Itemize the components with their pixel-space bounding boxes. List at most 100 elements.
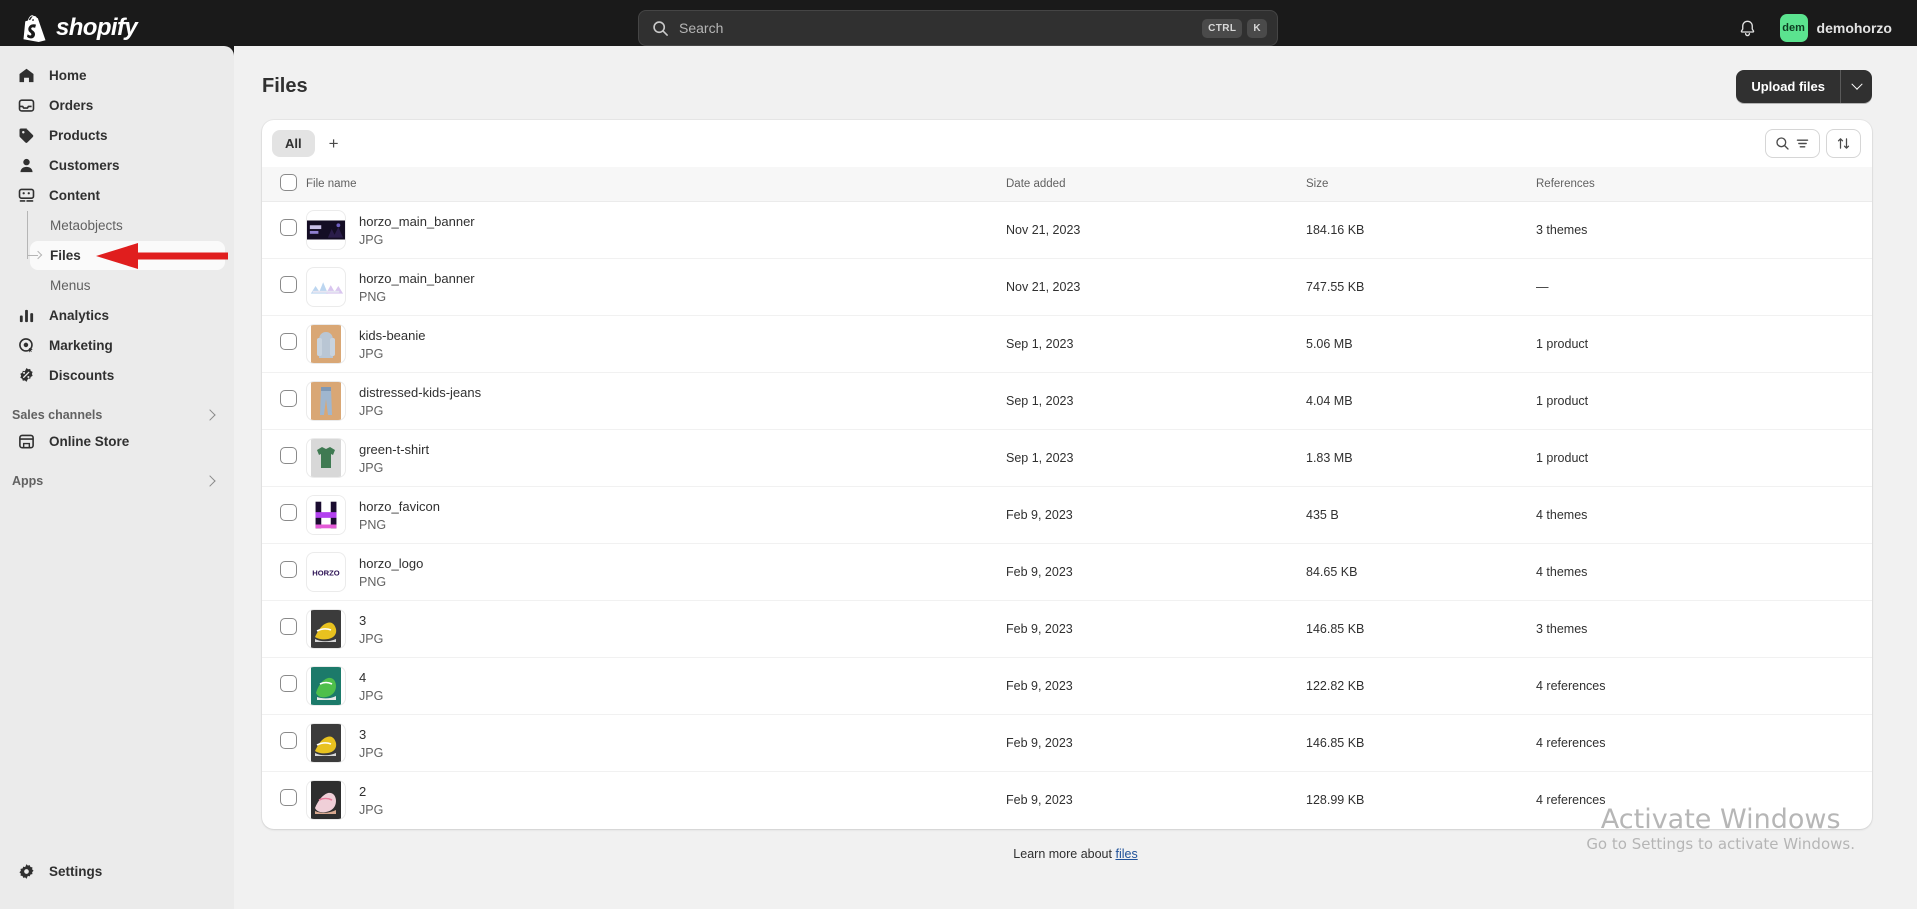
select-all-checkbox[interactable]: [280, 174, 297, 191]
sidebar-item-orders[interactable]: Orders: [9, 91, 225, 120]
file-name-cell[interactable]: 3JPG: [306, 715, 1006, 772]
sidebar-item-files[interactable]: Files: [30, 241, 225, 270]
file-thumbnail: [306, 780, 346, 820]
sidebar-section-sales-channels[interactable]: Sales channels: [12, 404, 222, 426]
sidebar-item-metaobjects[interactable]: Metaobjects: [30, 211, 225, 240]
sidebar-item-customers[interactable]: Customers: [9, 151, 225, 180]
file-thumbnail: [306, 609, 346, 649]
file-name-cell[interactable]: 4JPG: [306, 658, 1006, 715]
file-name-cell[interactable]: kids-beanieJPG: [306, 316, 1006, 373]
shopify-logo[interactable]: shopify: [22, 14, 137, 42]
tab-all[interactable]: All: [272, 130, 315, 157]
table-row[interactable]: HORZOhorzo_logoPNGFeb 9, 202384.65 KB4 t…: [262, 544, 1872, 601]
files-help-link[interactable]: files: [1115, 847, 1137, 861]
bar-chart-icon: [17, 306, 36, 325]
table-row[interactable]: horzo_main_bannerPNGNov 21, 2023747.55 K…: [262, 259, 1872, 316]
upload-files-button[interactable]: Upload files: [1736, 70, 1841, 103]
nav-spacer-2: [0, 457, 234, 470]
upload-files-dropdown-button[interactable]: [1841, 70, 1872, 103]
row-checkbox[interactable]: [280, 333, 297, 350]
content-subnav: Metaobjects Files Menus: [0, 211, 234, 300]
global-search-bar[interactable]: CTRL K: [638, 10, 1278, 46]
file-name-cell[interactable]: distressed-kids-jeansJPG: [306, 373, 1006, 430]
row-checkbox[interactable]: [280, 447, 297, 464]
table-row[interactable]: 3JPGFeb 9, 2023146.85 KB4 references: [262, 715, 1872, 772]
file-type: JPG: [359, 347, 426, 361]
size-cell: 1.83 MB: [1306, 430, 1536, 487]
row-select-cell: [262, 601, 306, 658]
table-row[interactable]: 3JPGFeb 9, 2023146.85 KB3 themes: [262, 601, 1872, 658]
sidebar-item-marketing[interactable]: Marketing: [9, 331, 225, 360]
size-cell: 435 B: [1306, 487, 1536, 544]
sidebar-item-analytics[interactable]: Analytics: [9, 301, 225, 330]
header-date-added[interactable]: Date added: [1006, 167, 1306, 202]
row-select-cell: [262, 202, 306, 259]
user-menu[interactable]: dem demohorzo: [1775, 9, 1903, 47]
table-row[interactable]: 2JPGFeb 9, 2023128.99 KB4 references: [262, 772, 1872, 829]
sidebar-item-menus[interactable]: Menus: [30, 271, 225, 300]
date-added-cell: Sep 1, 2023: [1006, 316, 1306, 373]
sidebar-item-content[interactable]: Content: [9, 181, 225, 210]
orders-icon: [17, 96, 36, 115]
header-references[interactable]: References: [1536, 167, 1872, 202]
file-type: JPG: [359, 803, 383, 817]
file-thumbnail: [306, 666, 346, 706]
row-checkbox[interactable]: [280, 675, 297, 692]
sidebar-section-apps[interactable]: Apps: [12, 470, 222, 492]
row-checkbox[interactable]: [280, 561, 297, 578]
file-name-cell[interactable]: green-t-shirtJPG: [306, 430, 1006, 487]
file-name-cell[interactable]: HORZOhorzo_logoPNG: [306, 544, 1006, 601]
row-checkbox[interactable]: [280, 732, 297, 749]
row-select-cell: [262, 259, 306, 316]
table-row[interactable]: 4JPGFeb 9, 2023122.82 KB4 references: [262, 658, 1872, 715]
sidebar-item-online-store[interactable]: Online Store: [9, 427, 225, 456]
file-name-cell[interactable]: horzo_main_bannerPNG: [306, 259, 1006, 316]
file-name: horzo_favicon: [359, 499, 440, 514]
row-select-cell: [262, 544, 306, 601]
date-added-cell: Sep 1, 2023: [1006, 373, 1306, 430]
file-name-cell[interactable]: 3JPG: [306, 601, 1006, 658]
references-cell: 3 themes: [1536, 202, 1872, 259]
size-cell: 747.55 KB: [1306, 259, 1536, 316]
chevron-right-icon: [204, 475, 215, 486]
sidebar-label: Content: [49, 188, 100, 203]
header-size[interactable]: Size: [1306, 167, 1536, 202]
notifications-button[interactable]: [1731, 11, 1765, 45]
sort-button[interactable]: [1826, 129, 1861, 158]
sidebar-item-home[interactable]: Home: [9, 61, 225, 90]
table-row[interactable]: horzo_faviconPNGFeb 9, 2023435 B4 themes: [262, 487, 1872, 544]
file-name-cell[interactable]: horzo_faviconPNG: [306, 487, 1006, 544]
add-view-button[interactable]: +: [319, 130, 349, 158]
row-checkbox[interactable]: [280, 789, 297, 806]
shopify-bag-icon: [22, 15, 47, 42]
row-checkbox[interactable]: [280, 390, 297, 407]
file-thumbnail: [306, 438, 346, 478]
row-checkbox[interactable]: [280, 504, 297, 521]
row-checkbox[interactable]: [280, 276, 297, 293]
search-and-filter-button[interactable]: [1765, 129, 1820, 158]
sidebar-label: Discounts: [49, 368, 114, 383]
sidebar-item-products[interactable]: Products: [9, 121, 225, 150]
search-input[interactable]: [679, 20, 1197, 36]
sidebar-settings-container: Settings: [0, 856, 234, 887]
row-checkbox[interactable]: [280, 618, 297, 635]
sidebar-item-discounts[interactable]: Discounts: [9, 361, 225, 390]
file-name: horzo_main_banner: [359, 271, 475, 286]
table-row[interactable]: green-t-shirtJPGSep 1, 20231.83 MB1 prod…: [262, 430, 1872, 487]
files-toolbar: All +: [262, 120, 1872, 167]
sidebar-label: Products: [49, 128, 108, 143]
sidebar-label: Settings: [49, 864, 102, 879]
file-thumbnail: [306, 324, 346, 364]
size-cell: 4.04 MB: [1306, 373, 1536, 430]
table-row[interactable]: horzo_main_bannerJPGNov 21, 2023184.16 K…: [262, 202, 1872, 259]
file-name-cell[interactable]: horzo_main_bannerJPG: [306, 202, 1006, 259]
table-row[interactable]: distressed-kids-jeansJPGSep 1, 20234.04 …: [262, 373, 1872, 430]
header-file-name[interactable]: File name: [306, 167, 1006, 202]
sidebar-item-settings[interactable]: Settings: [9, 857, 225, 886]
row-select-cell: [262, 658, 306, 715]
table-row[interactable]: kids-beanieJPGSep 1, 20235.06 MB1 produc…: [262, 316, 1872, 373]
sidebar: Home Orders Products Customers Content: [0, 46, 234, 909]
file-name: 4: [359, 670, 383, 685]
row-checkbox[interactable]: [280, 219, 297, 236]
file-name-cell[interactable]: 2JPG: [306, 772, 1006, 829]
